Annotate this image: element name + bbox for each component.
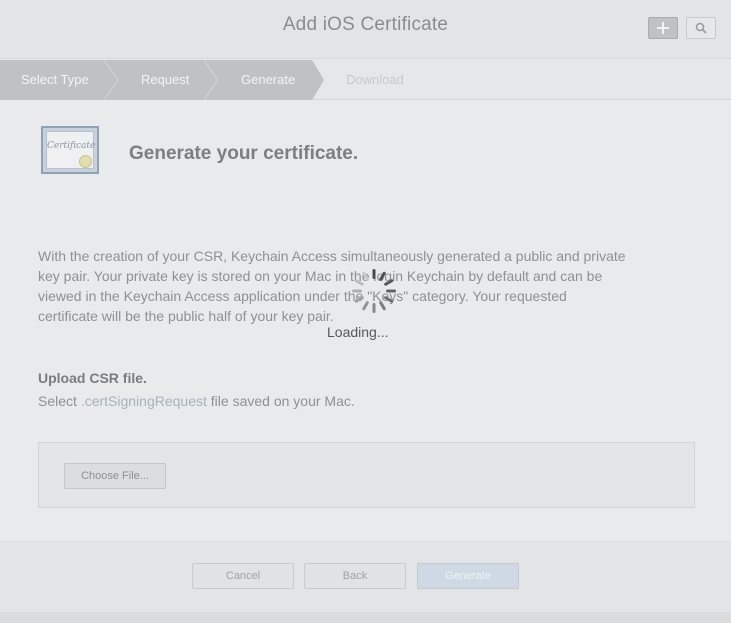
upload-desc-prefix: Select xyxy=(38,393,81,409)
file-extension-text: .certSigningRequest xyxy=(80,393,207,409)
upload-title: Upload CSR file. xyxy=(38,370,147,386)
certificate-icon: Certificate xyxy=(41,126,99,174)
step-separator xyxy=(104,60,119,100)
cancel-button[interactable]: Cancel xyxy=(192,563,294,589)
choose-file-button[interactable]: Choose File... xyxy=(64,463,166,489)
page-header-title: Add iOS Certificate xyxy=(282,14,449,35)
step-generate: Generate xyxy=(241,72,296,87)
header-bar: Add iOS Certificate xyxy=(0,0,731,59)
step-download: Download xyxy=(346,72,404,87)
step-separator xyxy=(204,60,219,100)
back-button[interactable]: Back xyxy=(304,563,406,589)
page-title: Generate your certificate. xyxy=(129,143,359,164)
add-button[interactable] xyxy=(648,17,678,39)
footer-strip xyxy=(0,612,731,623)
loading-text: Loading... xyxy=(327,324,389,340)
search-button[interactable] xyxy=(686,17,716,39)
step-arrow-current xyxy=(312,60,324,100)
step-request: Request xyxy=(141,72,190,87)
generate-button[interactable]: Generate xyxy=(417,563,519,589)
search-icon xyxy=(695,22,707,34)
paragraph-line: With the creation of your CSR, Keychain … xyxy=(38,248,626,264)
upload-desc-suffix: file saved on your Mac. xyxy=(206,393,355,409)
step-select-type: Select Type xyxy=(21,72,89,87)
plus-icon xyxy=(657,22,669,34)
seal-icon xyxy=(79,155,92,168)
steps-bar: Select Type Request Generate Download xyxy=(0,60,731,100)
upload-description: Select .certSigningRequest file saved on… xyxy=(38,393,355,409)
